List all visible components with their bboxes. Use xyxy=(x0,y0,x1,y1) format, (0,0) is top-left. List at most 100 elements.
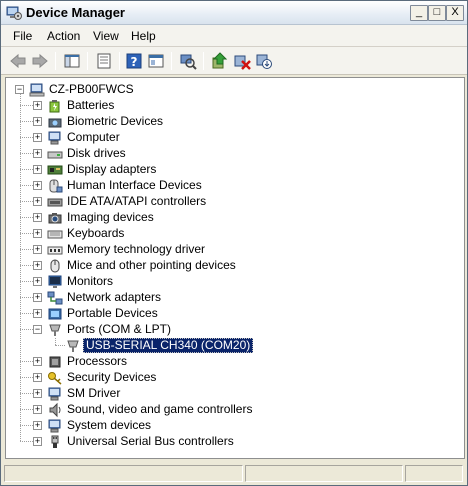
expander-memory-technology-driver[interactable]: + xyxy=(33,245,42,254)
minimize-button[interactable]: _ xyxy=(410,5,428,21)
memory-icon xyxy=(47,246,63,255)
forward-arrow-icon[interactable] xyxy=(31,52,49,70)
expander-ports-com-lpt[interactable]: − xyxy=(33,325,42,334)
menu-help[interactable]: Help xyxy=(131,29,156,43)
expander-imaging-devices[interactable]: + xyxy=(33,213,42,222)
expander-computer[interactable]: + xyxy=(33,133,42,142)
tree-item-network-adapters[interactable]: Network adapters xyxy=(65,290,163,305)
tree-connector xyxy=(20,329,33,330)
expander-network-adapters[interactable]: + xyxy=(33,293,42,302)
tree-item-display-adapters[interactable]: Display adapters xyxy=(65,162,158,177)
menu-file[interactable]: File xyxy=(13,29,32,43)
expander-security-devices[interactable]: + xyxy=(33,373,42,382)
tree-item-portable-devices[interactable]: Portable Devices xyxy=(65,306,160,321)
expander-monitors[interactable]: + xyxy=(33,277,42,286)
tree-item-memory-technology-driver[interactable]: Memory technology driver xyxy=(65,242,207,257)
system-device-icon xyxy=(48,419,61,433)
expander-human-interface-devices[interactable]: + xyxy=(33,181,42,190)
tree-connector xyxy=(20,409,33,410)
status-pane-secondary xyxy=(245,465,403,482)
toolbar-separator xyxy=(171,52,172,70)
expander-batteries[interactable]: + xyxy=(33,101,42,110)
expander-processors[interactable]: + xyxy=(33,357,42,366)
tree-root-label[interactable]: CZ-PB00FWCS xyxy=(47,82,136,97)
device-manager-window: Device Manager _ □ X File Action View He… xyxy=(0,0,468,486)
expander-keyboards[interactable]: + xyxy=(33,229,42,238)
properties-icon[interactable] xyxy=(95,52,113,70)
tree-item-sound-video-and-game-controllers[interactable]: Sound, video and game controllers xyxy=(65,402,254,417)
tree-connector xyxy=(20,265,33,266)
tree-connector xyxy=(20,169,33,170)
tree-connector xyxy=(20,121,33,122)
tree-item-universal-serial-bus-controllers[interactable]: Universal Serial Bus controllers xyxy=(65,434,236,449)
tree-connector xyxy=(20,361,33,362)
device-tree[interactable]: − CZ-PB00FWCS + Batteries + Biometric Devic… xyxy=(5,77,465,459)
menu-view-label: View xyxy=(93,29,119,43)
port-icon xyxy=(49,324,61,336)
tree-item-biometric-devices[interactable]: Biometric Devices xyxy=(65,114,165,129)
back-arrow-icon[interactable] xyxy=(9,52,27,70)
tree-item-sm-driver[interactable]: SM Driver xyxy=(65,386,122,401)
show-hide-console-tree-icon[interactable] xyxy=(63,52,81,70)
expander-portable-devices[interactable]: + xyxy=(33,309,42,318)
close-button[interactable]: X xyxy=(446,5,464,21)
menu-help-label: Help xyxy=(131,29,156,43)
camera-icon xyxy=(48,213,62,224)
toolbar-separator xyxy=(203,52,204,70)
expander-display-adapters[interactable]: + xyxy=(33,165,42,174)
menu-action[interactable]: Action xyxy=(47,29,80,43)
tree-item-keyboards[interactable]: Keyboards xyxy=(65,226,126,241)
view-icon[interactable] xyxy=(147,52,165,70)
display-adapter-icon xyxy=(47,165,63,175)
expander-biometric-devices[interactable]: + xyxy=(33,117,42,126)
disable-icon[interactable] xyxy=(255,52,273,70)
computer-icon xyxy=(48,131,61,145)
menu-action-label: Action xyxy=(47,29,81,43)
menu-view[interactable]: View xyxy=(93,29,119,43)
network-icon xyxy=(47,291,63,305)
tree-item-system-devices[interactable]: System devices xyxy=(65,418,153,433)
expander-sm-driver[interactable]: + xyxy=(33,389,42,398)
expander-system-devices[interactable]: + xyxy=(33,421,42,430)
tree-item-usb-serial-ch340-com20[interactable]: USB-SERIAL CH340 (COM20) xyxy=(83,338,254,353)
status-pane-main xyxy=(4,465,243,482)
expander-sound-video-and-game-controllers[interactable]: + xyxy=(33,405,42,414)
expander-disk-drives[interactable]: + xyxy=(33,149,42,158)
tree-connector xyxy=(20,393,33,394)
tree-connector xyxy=(20,441,33,442)
tree-item-monitors[interactable]: Monitors xyxy=(65,274,115,289)
tree-item-batteries[interactable]: Batteries xyxy=(65,98,116,113)
tree-item-imaging-devices[interactable]: Imaging devices xyxy=(65,210,156,225)
status-pane-tertiary xyxy=(405,465,463,482)
tree-connector xyxy=(20,94,21,441)
maximize-button[interactable]: □ xyxy=(428,5,446,21)
tree-item-mice-and-other-pointing-devices[interactable]: Mice and other pointing devices xyxy=(65,258,238,273)
expander-universal-serial-bus-controllers[interactable]: + xyxy=(33,437,42,446)
root-expander[interactable]: − xyxy=(15,85,24,94)
expander-mice-and-other-pointing-devices[interactable]: + xyxy=(33,261,42,270)
tree-item-ide-ata-atapi-controllers[interactable]: IDE ATA/ATAPI controllers xyxy=(65,194,208,209)
tree-connector xyxy=(20,217,33,218)
scan-hardware-icon[interactable] xyxy=(179,52,197,70)
keyboard-icon xyxy=(47,230,63,239)
tree-connector xyxy=(20,297,33,298)
tree-item-human-interface-devices[interactable]: Human Interface Devices xyxy=(65,178,204,193)
tree-item-ports-com-lpt[interactable]: Ports (COM & LPT) xyxy=(65,322,173,337)
tree-item-security-devices[interactable]: Security Devices xyxy=(65,370,158,385)
tree-item-processors[interactable]: Processors xyxy=(65,354,129,369)
expander-ide-ata-atapi-controllers[interactable]: + xyxy=(33,197,42,206)
uninstall-icon[interactable] xyxy=(233,52,251,70)
update-driver-icon[interactable] xyxy=(211,52,229,70)
portable-device-icon xyxy=(48,308,62,320)
port-icon xyxy=(67,340,79,352)
mouse-icon xyxy=(50,259,60,273)
computer-root-icon xyxy=(29,83,45,97)
title-bar[interactable]: Device Manager _ □ X xyxy=(1,1,467,25)
help-icon[interactable]: ? xyxy=(125,52,143,70)
tree-item-computer[interactable]: Computer xyxy=(65,130,122,145)
sm-driver-icon xyxy=(48,387,61,401)
tree-connector xyxy=(20,153,33,154)
tree-connector xyxy=(20,185,33,186)
tree-connector xyxy=(20,249,33,250)
tree-item-disk-drives[interactable]: Disk drives xyxy=(65,146,128,161)
